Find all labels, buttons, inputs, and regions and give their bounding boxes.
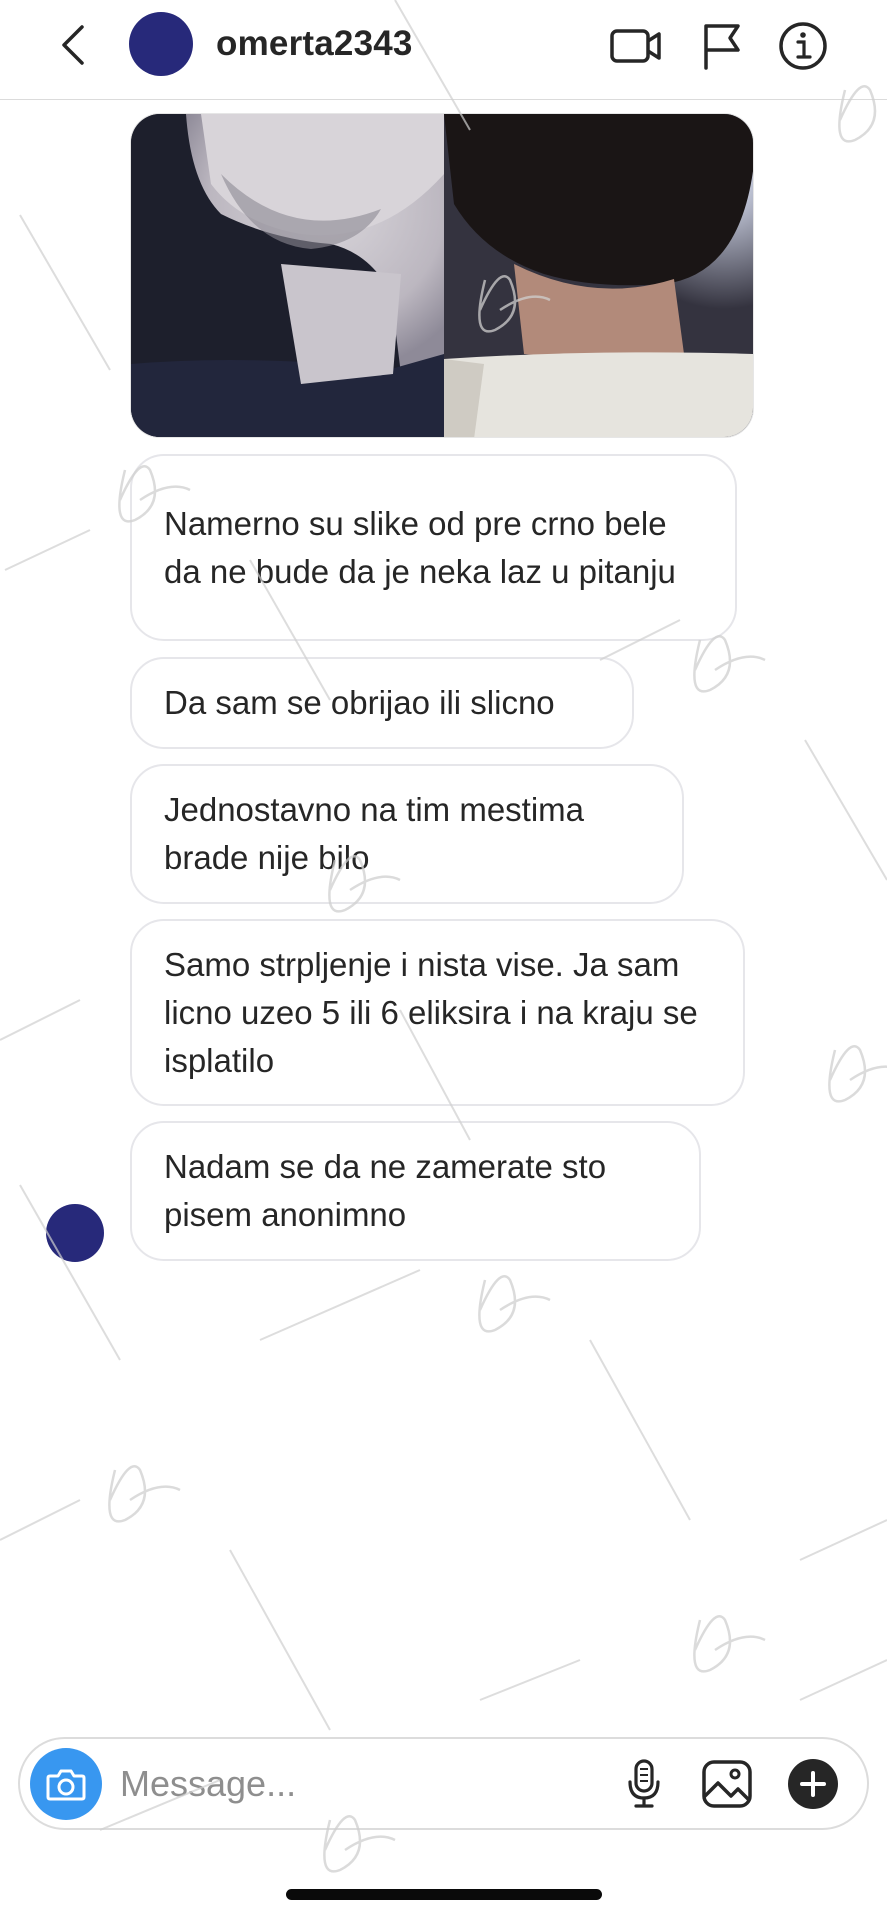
message-bubble[interactable]: Namerno su slike od pre crno bele da ne …	[130, 454, 737, 641]
chat-header: omerta2343	[0, 0, 887, 100]
message-bubble[interactable]: Samo strpljenje i nista vise. Ja sam lic…	[130, 919, 745, 1106]
camera-icon	[46, 1769, 86, 1801]
home-indicator	[286, 1889, 602, 1900]
sender-avatar[interactable]	[46, 1204, 104, 1262]
gallery-button[interactable]	[696, 1753, 758, 1815]
microphone-icon	[628, 1759, 660, 1808]
message-input[interactable]	[120, 1757, 520, 1811]
after-photo	[444, 114, 753, 437]
message-bubble[interactable]: Nadam se da ne zamerate sto pisem anonim…	[130, 1121, 701, 1261]
voice-message-button[interactable]	[613, 1753, 675, 1815]
info-icon	[779, 22, 827, 70]
gallery-icon	[702, 1760, 752, 1808]
plus-icon	[788, 1759, 838, 1809]
chevron-left-icon	[62, 25, 84, 65]
flag-icon	[704, 24, 740, 70]
image-message[interactable]	[130, 113, 754, 438]
after-photo-art	[444, 114, 753, 437]
before-photo	[131, 114, 444, 437]
chat-username[interactable]: omerta2343	[216, 24, 413, 64]
video-call-button[interactable]	[608, 18, 664, 74]
before-photo-art	[131, 114, 444, 437]
message-bubble[interactable]: Da sam se obrijao ili slicno	[130, 657, 634, 749]
message-bubble[interactable]: Jednostavno na tim mestima brade nije bi…	[130, 764, 684, 904]
back-button[interactable]	[48, 18, 98, 72]
message-composer	[18, 1737, 869, 1830]
info-button[interactable]	[775, 18, 831, 74]
more-button[interactable]	[782, 1753, 844, 1815]
profile-avatar[interactable]	[129, 12, 193, 76]
camera-button[interactable]	[30, 1748, 102, 1820]
report-button[interactable]	[694, 18, 750, 74]
video-call-icon	[610, 29, 661, 63]
